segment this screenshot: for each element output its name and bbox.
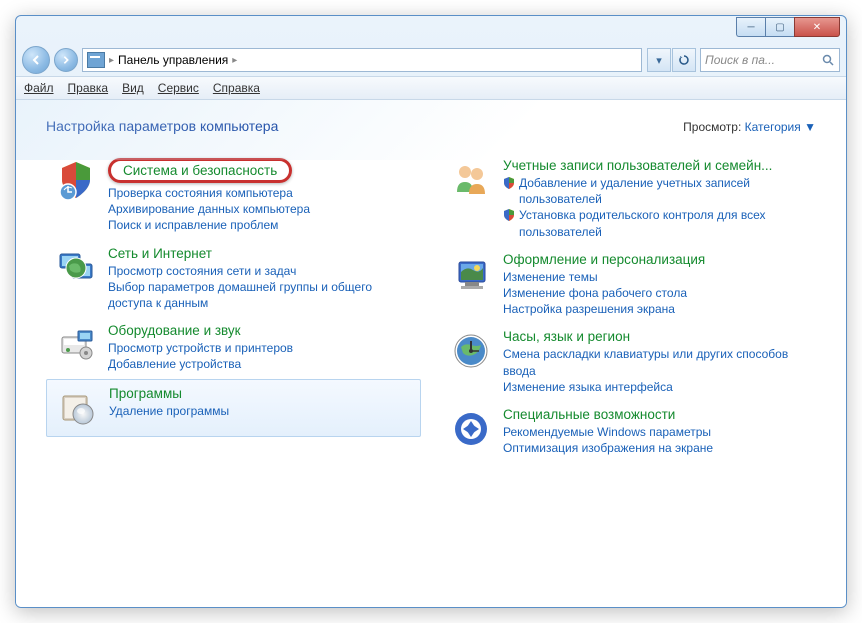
category-task-link[interactable]: Выбор параметров домашней группы и общег… — [108, 279, 413, 311]
chevron-down-icon: ▼ — [804, 120, 816, 134]
menu-help[interactable]: Справка — [213, 81, 260, 95]
search-placeholder: Поиск в па... — [705, 53, 775, 67]
category-task-link[interactable]: Архивирование данных компьютера — [108, 201, 413, 217]
category-icon — [449, 407, 493, 451]
category-task-link[interactable]: Рекомендуемые Windows параметры — [503, 424, 808, 440]
category-title-link[interactable]: Часы, язык и регион — [503, 329, 630, 344]
menu-edit[interactable]: Правка — [68, 81, 109, 95]
left-column: Система и безопасность Проверка состояния… — [46, 152, 421, 462]
category-icon — [55, 386, 99, 430]
arrow-left-icon — [30, 54, 42, 66]
breadcrumb-item[interactable]: Панель управления — [118, 53, 228, 67]
category-icon — [54, 246, 98, 290]
menubar: Файл Правка Вид Сервис Справка — [16, 76, 846, 100]
category-icon — [449, 252, 493, 296]
category-body: Сеть и Интернет Просмотр состояния сети и… — [108, 246, 413, 312]
back-button[interactable] — [22, 46, 50, 74]
category-item: Оборудование и звук Просмотр устройств и … — [46, 317, 421, 378]
category-body: Часы, язык и регион Смена раскладки клави… — [503, 329, 808, 395]
category-item: Специальные возможности Рекомендуемые Win… — [441, 401, 816, 462]
page-title: Настройка параметров компьютера — [46, 118, 278, 134]
address-buttons: ▾ — [647, 48, 696, 72]
category-item: Учетные записи пользователей и семейн...… — [441, 152, 816, 246]
category-icon — [449, 329, 493, 373]
breadcrumb-sep-icon: ▸ — [232, 55, 237, 66]
category-columns: Система и безопасность Проверка состояния… — [46, 152, 816, 462]
category-body: Специальные возможности Рекомендуемые Win… — [503, 407, 808, 456]
category-task-link[interactable]: Проверка состояния компьютера — [108, 185, 413, 201]
category-task-link[interactable]: Изменение темы — [503, 269, 808, 285]
view-value: Категория — [745, 120, 801, 134]
uac-shield-icon — [503, 208, 515, 222]
category-title-link[interactable]: Программы — [109, 386, 182, 401]
category-body: Оборудование и звук Просмотр устройств и … — [108, 323, 413, 372]
menu-file[interactable]: Файл — [24, 81, 54, 95]
category-icon — [54, 323, 98, 367]
close-button[interactable]: ✕ — [794, 17, 840, 37]
search-input[interactable]: Поиск в па... — [700, 48, 840, 72]
category-task-link[interactable]: Изменение языка интерфейса — [503, 379, 808, 395]
window-controls: ─ ▢ ✕ — [736, 17, 840, 37]
address-bar[interactable]: ▸ Панель управления ▸ — [82, 48, 642, 72]
arrow-right-icon — [61, 55, 71, 65]
category-body: Система и безопасность Проверка состояния… — [108, 158, 413, 234]
category-task-link[interactable]: Просмотр устройств и принтеров — [108, 340, 413, 356]
dropdown-history-button[interactable]: ▾ — [647, 48, 671, 72]
category-title-link[interactable]: Оформление и персонализация — [503, 252, 705, 267]
maximize-button[interactable]: ▢ — [765, 17, 794, 37]
category-title-link[interactable]: Учетные записи пользователей и семейн... — [503, 158, 772, 173]
category-body: Учетные записи пользователей и семейн...… — [503, 158, 808, 240]
category-title-link[interactable]: Сеть и Интернет — [108, 246, 212, 261]
category-task-link[interactable]: Смена раскладки клавиатуры или других сп… — [503, 346, 808, 378]
refresh-icon — [678, 54, 690, 66]
category-task-link[interactable]: Изменение фона рабочего стола — [503, 285, 808, 301]
view-label: Просмотр: — [683, 120, 741, 134]
category-item: Часы, язык и регион Смена раскладки клави… — [441, 323, 816, 401]
category-item: Программы Удаление программы — [46, 379, 421, 437]
category-task-link[interactable]: Добавление и удаление учетных записей по… — [503, 175, 808, 207]
view-control[interactable]: Просмотр: Категория ▼ — [683, 120, 816, 134]
content-area: Настройка параметров компьютера Просмотр… — [16, 100, 846, 608]
category-body: Программы Удаление программы — [109, 386, 412, 430]
category-task-link[interactable]: Оптимизация изображения на экране — [503, 440, 808, 456]
category-icon — [449, 158, 493, 202]
category-task-link[interactable]: Установка родительского контроля для все… — [503, 207, 808, 239]
forward-button[interactable] — [54, 48, 78, 72]
category-title-link[interactable]: Специальные возможности — [503, 407, 675, 422]
category-task-link[interactable]: Просмотр состояния сети и задач — [108, 263, 413, 279]
category-task-link[interactable]: Добавление устройства — [108, 356, 413, 372]
menu-tools[interactable]: Сервис — [158, 81, 199, 95]
control-panel-icon — [87, 52, 105, 68]
category-item: Система и безопасность Проверка состояния… — [46, 152, 421, 240]
heading-row: Настройка параметров компьютера Просмотр… — [46, 118, 816, 134]
category-title-link[interactable]: Система и безопасность — [108, 158, 292, 183]
menu-view[interactable]: Вид — [122, 81, 144, 95]
navigation-bar: ▸ Панель управления ▸ ▾ Поиск в па... — [16, 44, 846, 76]
breadcrumb-sep-icon: ▸ — [109, 55, 114, 66]
category-item: Сеть и Интернет Просмотр состояния сети и… — [46, 240, 421, 318]
category-task-link[interactable]: Настройка разрешения экрана — [503, 301, 808, 317]
titlebar: ─ ▢ ✕ — [16, 16, 846, 44]
search-icon — [822, 54, 835, 67]
category-icon — [54, 158, 98, 202]
refresh-button[interactable] — [672, 48, 696, 72]
category-item: Оформление и персонализация Изменение тем… — [441, 246, 816, 324]
category-body: Оформление и персонализация Изменение тем… — [503, 252, 808, 318]
minimize-button[interactable]: ─ — [736, 17, 765, 37]
category-task-link[interactable]: Удаление программы — [109, 403, 412, 419]
right-column: Учетные записи пользователей и семейн...… — [441, 152, 816, 462]
category-title-link[interactable]: Оборудование и звук — [108, 323, 241, 338]
control-panel-window: ─ ▢ ✕ ▸ Панель управления ▸ ▾ Поиск в па… — [15, 15, 847, 608]
uac-shield-icon — [503, 176, 515, 190]
category-task-link[interactable]: Поиск и исправление проблем — [108, 217, 413, 233]
